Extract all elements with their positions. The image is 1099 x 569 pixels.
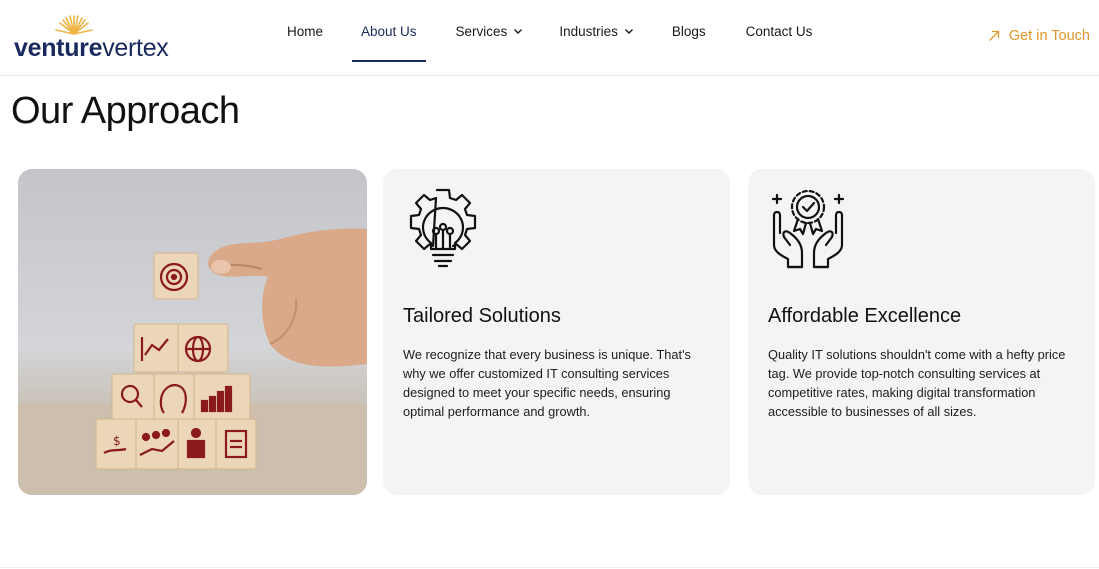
section-title: Our Approach — [11, 90, 240, 132]
logo-part-vertex: vertex — [102, 34, 169, 62]
nav-blogs[interactable]: Blogs — [652, 0, 726, 62]
nav-services[interactable]: Services — [438, 0, 542, 62]
get-in-touch-label: Get in Touch — [1008, 28, 1090, 44]
card-title: Tailored Solutions — [403, 305, 561, 327]
chevron-down-icon — [624, 29, 633, 34]
nav-about-us-label: About Us — [361, 23, 417, 39]
approach-photo: $ — [18, 169, 367, 495]
site-header: venturevertex Home About Us Services Ind… — [0, 0, 1099, 76]
sun-logo-icon — [55, 15, 93, 35]
approach-card-affordable-excellence: Affordable Excellence Quality IT solutio… — [748, 169, 1095, 495]
nav-home[interactable]: Home — [270, 0, 340, 62]
nav-contact-us-label: Contact Us — [745, 23, 813, 39]
logo[interactable]: venturevertex — [14, 14, 179, 64]
chevron-down-icon — [514, 29, 523, 34]
main-nav: Home About Us Services Industries Blogs … — [270, 0, 832, 76]
card-title: Affordable Excellence — [768, 305, 962, 327]
wooden-blocks-illustration: $ — [18, 228, 367, 495]
nav-about-us[interactable]: About Us — [340, 0, 438, 62]
approach-card-tailored-solutions: Tailored Solutions We recognize that eve… — [383, 169, 730, 495]
logo-part-venture: venture — [14, 34, 103, 62]
lightbulb-gear-icon — [409, 188, 477, 268]
nav-services-label: Services — [455, 23, 508, 39]
hands-award-icon — [771, 189, 845, 269]
arrow-up-right-icon — [988, 30, 999, 41]
card-body: We recognize that every business is uniq… — [403, 347, 691, 419]
nav-home-label: Home — [287, 23, 324, 39]
card-body: Quality IT solutions shouldn't come with… — [768, 347, 1066, 419]
get-in-touch-button[interactable]: Get in Touch — [988, 28, 1090, 44]
nav-industries[interactable]: Industries — [541, 0, 652, 62]
nav-contact-us[interactable]: Contact Us — [726, 0, 833, 62]
svg-text:$: $ — [113, 434, 121, 448]
logo-wordmark: venturevertex — [14, 34, 169, 63]
nav-industries-label: Industries — [559, 23, 618, 39]
nav-blogs-label: Blogs — [671, 23, 706, 39]
divider — [0, 567, 1099, 568]
